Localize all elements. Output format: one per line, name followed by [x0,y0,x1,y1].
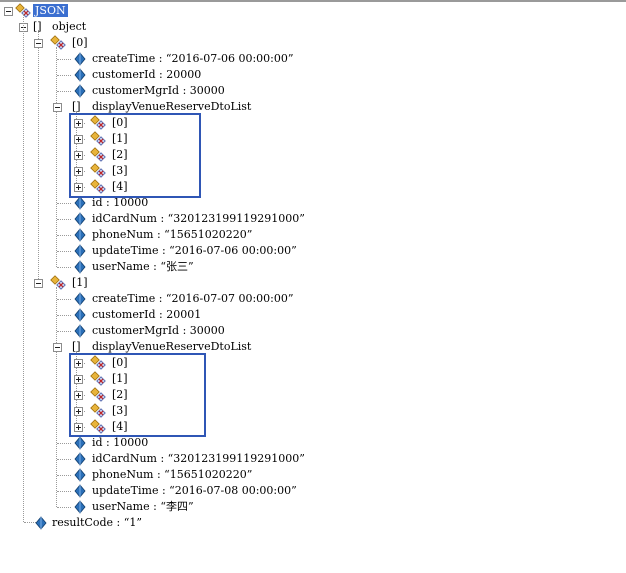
value-diamond-icon [74,308,86,322]
value-diamond-icon [74,292,86,306]
tree-leaf-updateTime[interactable]: updateTime : “2016-07-06 00:00:00” [0,243,400,259]
json-object-icon [50,35,66,50]
phoneNum-text: phoneNum : “15651020220” [92,468,253,481]
updateTime-text: updateTime : “2016-07-08 00:00:00” [92,484,297,497]
tree-leaf-createTime[interactable]: createTime : “2016-07-07 00:00:00” [0,291,400,307]
customerId-text: customerId : 20000 [92,68,202,81]
value-diamond-icon [74,468,86,482]
collapse-toggle-icon[interactable] [34,279,43,288]
tree-leaf-phoneNum[interactable]: phoneNum : “15651020220” [0,227,400,243]
userName-text: userName : “李四” [92,500,194,513]
value-diamond-icon [74,452,86,466]
tree-node-object[interactable]: [] object [0,19,200,35]
value-diamond-icon [74,436,86,450]
createTime-text: createTime : “2016-07-07 00:00:00” [92,292,294,305]
collapse-toggle-icon[interactable] [34,39,43,48]
tree-leaf-customerMgrId[interactable]: customerMgrId : 30000 [0,323,400,339]
customerMgrId-text: customerMgrId : 30000 [92,324,225,337]
tree-leaf-customerMgrId[interactable]: customerMgrId : 30000 [0,83,400,99]
userName-text: userName : “张三” [92,260,194,273]
customerMgrId-text: customerMgrId : 30000 [92,84,225,97]
customerId-text: customerId : 20001 [92,308,202,321]
tree-leaf-id[interactable]: id : 10000 [0,435,400,451]
tree-leaf-phoneNum[interactable]: phoneNum : “15651020220” [0,467,400,483]
value-diamond-icon [74,324,86,338]
tree-leaf-resultCode[interactable]: resultCode : “1” [0,515,300,531]
idCardNum-text: idCardNum : “320123199119291000” [92,212,305,225]
value-diamond-icon [74,84,86,98]
value-diamond-icon [74,52,86,66]
tree-leaf-updateTime[interactable]: updateTime : “2016-07-08 00:00:00” [0,483,400,499]
value-diamond-icon [74,260,86,274]
value-diamond-icon [74,484,86,498]
tree-node-index[interactable]: [0] [0,35,400,51]
phoneNum-text: phoneNum : “15651020220” [92,228,253,241]
highlight-box [69,353,206,437]
collapse-toggle-icon[interactable] [4,7,13,16]
tree-leaf-customerId[interactable]: customerId : 20000 [0,67,400,83]
top-border [0,0,626,2]
idCardNum-text: idCardNum : “320123199119291000” [92,452,305,465]
node-index-label: [1] [72,276,88,289]
value-diamond-icon [74,244,86,258]
id-text: id : 10000 [92,436,149,449]
value-diamond-icon [35,516,47,530]
tree-leaf-createTime[interactable]: createTime : “2016-07-06 00:00:00” [0,51,400,67]
collapse-toggle-icon[interactable] [53,343,62,352]
tree-node-index[interactable]: [1] [0,275,400,291]
tree-leaf-userName[interactable]: userName : “张三” [0,259,400,275]
tree-leaf-userName[interactable]: userName : “李四” [0,499,400,515]
tree-leaf-idCardNum[interactable]: idCardNum : “320123199119291000” [0,451,400,467]
collapse-toggle-icon[interactable] [53,103,62,112]
value-diamond-icon [74,228,86,242]
tree-leaf-customerId[interactable]: customerId : 20001 [0,307,400,323]
tree-leaf-idCardNum[interactable]: idCardNum : “320123199119291000” [0,211,400,227]
json-object-icon [50,275,66,290]
resultcode-text: resultCode : “1” [52,516,142,529]
value-diamond-icon [74,212,86,226]
root-label[interactable]: JSON [33,4,68,17]
object-label: object [52,20,87,33]
value-diamond-icon [74,68,86,82]
node-index-label: [0] [72,36,88,49]
createTime-text: createTime : “2016-07-06 00:00:00” [92,52,294,65]
updateTime-text: updateTime : “2016-07-06 00:00:00” [92,244,297,257]
highlight-box [69,113,201,198]
tree-node-root[interactable]: JSON [0,3,200,19]
value-diamond-icon [74,500,86,514]
